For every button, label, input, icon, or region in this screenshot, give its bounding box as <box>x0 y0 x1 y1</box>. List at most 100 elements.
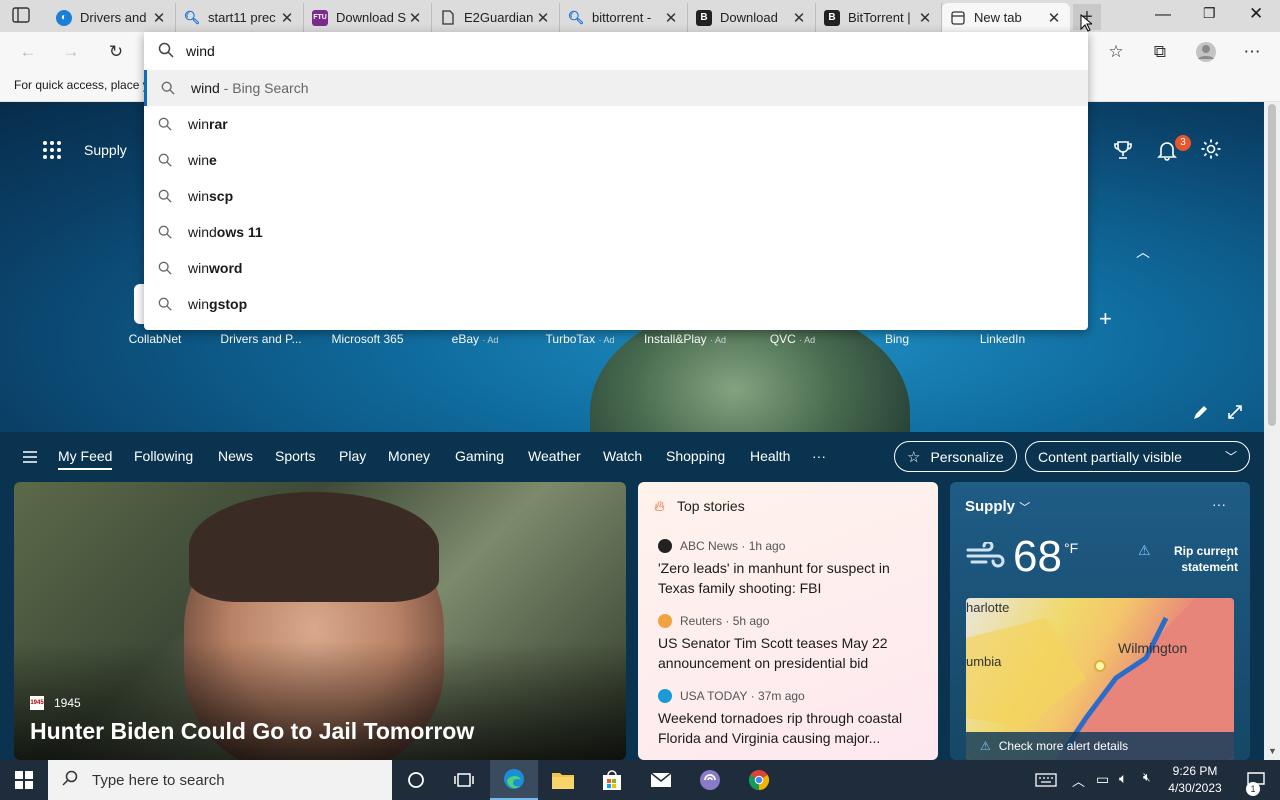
collections-icon[interactable]: ⧉ <box>1146 38 1174 66</box>
feed-tab-watch[interactable]: Watch <box>603 448 642 464</box>
feed-tab-my-feed[interactable]: My Feed <box>58 448 113 470</box>
suggestion-item[interactable]: wine <box>144 142 1088 178</box>
taskbar-search-box[interactable]: Type here to search <box>48 760 392 800</box>
task-view-icon[interactable] <box>440 760 488 800</box>
feed-tab-sports[interactable]: Sports <box>275 448 315 464</box>
cortana-icon[interactable] <box>392 760 440 800</box>
address-input[interactable] <box>186 40 1066 62</box>
bittorrent-taskbar-icon[interactable] <box>686 760 734 800</box>
feed-tab-weather[interactable]: Weather <box>528 448 581 464</box>
map-label-columbia: umbia <box>966 654 1002 669</box>
suggestion-item[interactable]: winscp <box>144 178 1088 214</box>
close-tab-icon[interactable]: ✕ <box>663 9 679 27</box>
story-title[interactable]: 'Zero leads' in manhunt for suspect in T… <box>658 558 926 598</box>
hero-location[interactable]: Supply <box>84 142 127 158</box>
address-bar[interactable] <box>144 32 1088 70</box>
feed-tab-news[interactable]: News <box>218 448 253 464</box>
quicklink-qvc[interactable]: QVC · Ad <box>765 332 820 346</box>
weather-location[interactable]: Supply ﹀ <box>965 498 1030 515</box>
check-alert-details-link[interactable]: ⚠ Check more alert details <box>966 732 1234 760</box>
windows-start-icon[interactable] <box>0 760 48 800</box>
more-tabs-icon[interactable]: ··· <box>812 448 826 464</box>
feed-tab-gaming[interactable]: Gaming <box>455 448 504 464</box>
tab-actions-icon[interactable] <box>12 7 32 25</box>
close-tab-icon[interactable]: ✕ <box>791 9 807 27</box>
suggestion-item[interactable]: windows 11 <box>144 214 1088 250</box>
forward-button[interactable]: → <box>57 38 85 66</box>
tab-start11[interactable]: 🔍︎ start11 prec ✕ <box>176 3 304 32</box>
volume-icon[interactable]: 🔈︎ <box>1119 770 1127 787</box>
feed-tab-shopping[interactable]: Shopping <box>666 448 725 464</box>
tab-drivers[interactable]: ◐ Drivers and ✕ <box>48 3 176 32</box>
page-scrollbar[interactable]: ▼ <box>1264 102 1280 760</box>
scroll-down-arrow-icon[interactable]: ▼ <box>1268 746 1277 756</box>
close-tab-icon[interactable]: ✕ <box>535 9 551 27</box>
refresh-button[interactable]: ↻ <box>102 38 130 66</box>
content-visibility-dropdown[interactable]: Content partially visible ﹀ <box>1025 441 1250 472</box>
tab-new-tab[interactable]: New tab ✕ <box>942 3 1070 32</box>
headline-title[interactable]: Hunter Biden Could Go to Jail Tomorrow <box>30 718 474 745</box>
keyboard-icon[interactable] <box>1022 760 1070 800</box>
close-tab-icon[interactable]: ✕ <box>917 9 933 27</box>
quicklink-linkedin[interactable]: LinkedIn <box>975 332 1030 346</box>
expand-icon[interactable] <box>1227 404 1243 423</box>
favorites-star-icon[interactable]: ☆ <box>1102 38 1130 66</box>
feed-tab-money[interactable]: Money <box>388 448 430 464</box>
close-tab-icon[interactable]: ✕ <box>407 9 423 27</box>
quicklink-microsoft-365[interactable]: Microsoft 365 <box>325 332 410 346</box>
suggestion-item[interactable]: wingstop <box>144 286 1088 322</box>
close-window-button[interactable]: ✕ <box>1249 4 1263 24</box>
quicklink-bing[interactable]: Bing <box>877 332 917 346</box>
story-title[interactable]: US Senator Tim Scott teases May 22 annou… <box>658 633 926 673</box>
headline-card[interactable]: 1945 1945 Hunter Biden Could Go to Jail … <box>14 482 626 760</box>
feed-tab-health[interactable]: Health <box>750 448 790 464</box>
weather-more-icon[interactable]: ··· <box>1212 496 1226 512</box>
close-tab-icon[interactable]: ✕ <box>1046 9 1062 27</box>
tab-download-s[interactable]: FTU Download S ✕ <box>304 3 432 32</box>
settings-more-icon[interactable]: ⋯ <box>1238 38 1266 66</box>
feed-tab-following[interactable]: Following <box>134 448 193 464</box>
weather-alert-map[interactable]: harlotte umbia Wilmington ⚠ Check more a… <box>966 598 1234 760</box>
back-button[interactable]: ← <box>14 38 42 66</box>
quicklink-collabnet[interactable]: CollabNet <box>120 332 190 346</box>
speaker-mute-icon[interactable]: 🔇︎ <box>1143 770 1151 785</box>
feed-tab-play[interactable]: Play <box>339 448 366 464</box>
tab-title: Download S <box>336 10 407 25</box>
weather-card[interactable]: Supply ﹀ ··· 68 °F ⚠ Rip current stateme… <box>950 482 1250 760</box>
chevron-up-icon[interactable]: ︿ <box>1072 771 1085 790</box>
rewards-trophy-icon[interactable] <box>1113 140 1133 166</box>
quicklink-ebay[interactable]: eBay · Ad <box>445 332 505 346</box>
file-explorer-icon[interactable] <box>539 760 587 800</box>
quicklink-install-play[interactable]: Install&Play · Ad <box>640 332 730 346</box>
network-icon[interactable]: ▭ <box>1096 771 1109 788</box>
suggestion-item[interactable]: winrar <box>144 106 1088 142</box>
edge-taskbar-icon[interactable] <box>490 760 538 800</box>
suggestion-item[interactable]: winword <box>144 250 1088 286</box>
quicklink-turbotax[interactable]: TurboTax · Ad <box>540 332 620 346</box>
mail-icon[interactable] <box>637 760 685 800</box>
apps-grid-icon[interactable] <box>42 140 62 163</box>
scrollbar-thumb[interactable] <box>1268 104 1276 426</box>
search-icon: 🔍︎ <box>183 9 201 25</box>
tab-download-b[interactable]: B Download ✕ <box>688 3 816 32</box>
quicklink-drivers[interactable]: Drivers and P... <box>216 332 306 346</box>
add-quicklink-button[interactable]: + <box>1099 306 1112 332</box>
page-settings-gear-icon[interactable] <box>1200 138 1222 166</box>
chrome-icon[interactable] <box>735 760 783 800</box>
collapse-chevron-icon[interactable]: ︿ <box>1136 242 1150 262</box>
taskbar-clock[interactable]: 9:26 PM 4/30/2023 <box>1162 763 1228 797</box>
profile-avatar[interactable] <box>1192 38 1220 66</box>
store-icon[interactable] <box>588 760 636 800</box>
personalize-button[interactable]: ☆ Personalize <box>894 441 1017 472</box>
restore-button[interactable]: ❐ <box>1203 5 1216 22</box>
tab-bittorrent-search[interactable]: 🔍︎ bittorrent - ✕ <box>560 3 688 32</box>
story-title[interactable]: Weekend tornadoes rip through coastal Fl… <box>658 708 926 748</box>
suggestion-item[interactable]: wind - Bing Search <box>144 70 1088 106</box>
edit-background-icon[interactable] <box>1192 405 1208 424</box>
close-tab-icon[interactable]: ✕ <box>279 9 295 27</box>
minimize-button[interactable]: — <box>1155 6 1171 24</box>
tab-e2guardian[interactable]: E2Guardian ✕ <box>432 3 560 32</box>
close-tab-icon[interactable]: ✕ <box>151 9 167 27</box>
hamburger-menu-icon[interactable] <box>22 450 38 467</box>
tab-bittorrent[interactable]: B BitTorrent | ✕ <box>816 3 942 32</box>
